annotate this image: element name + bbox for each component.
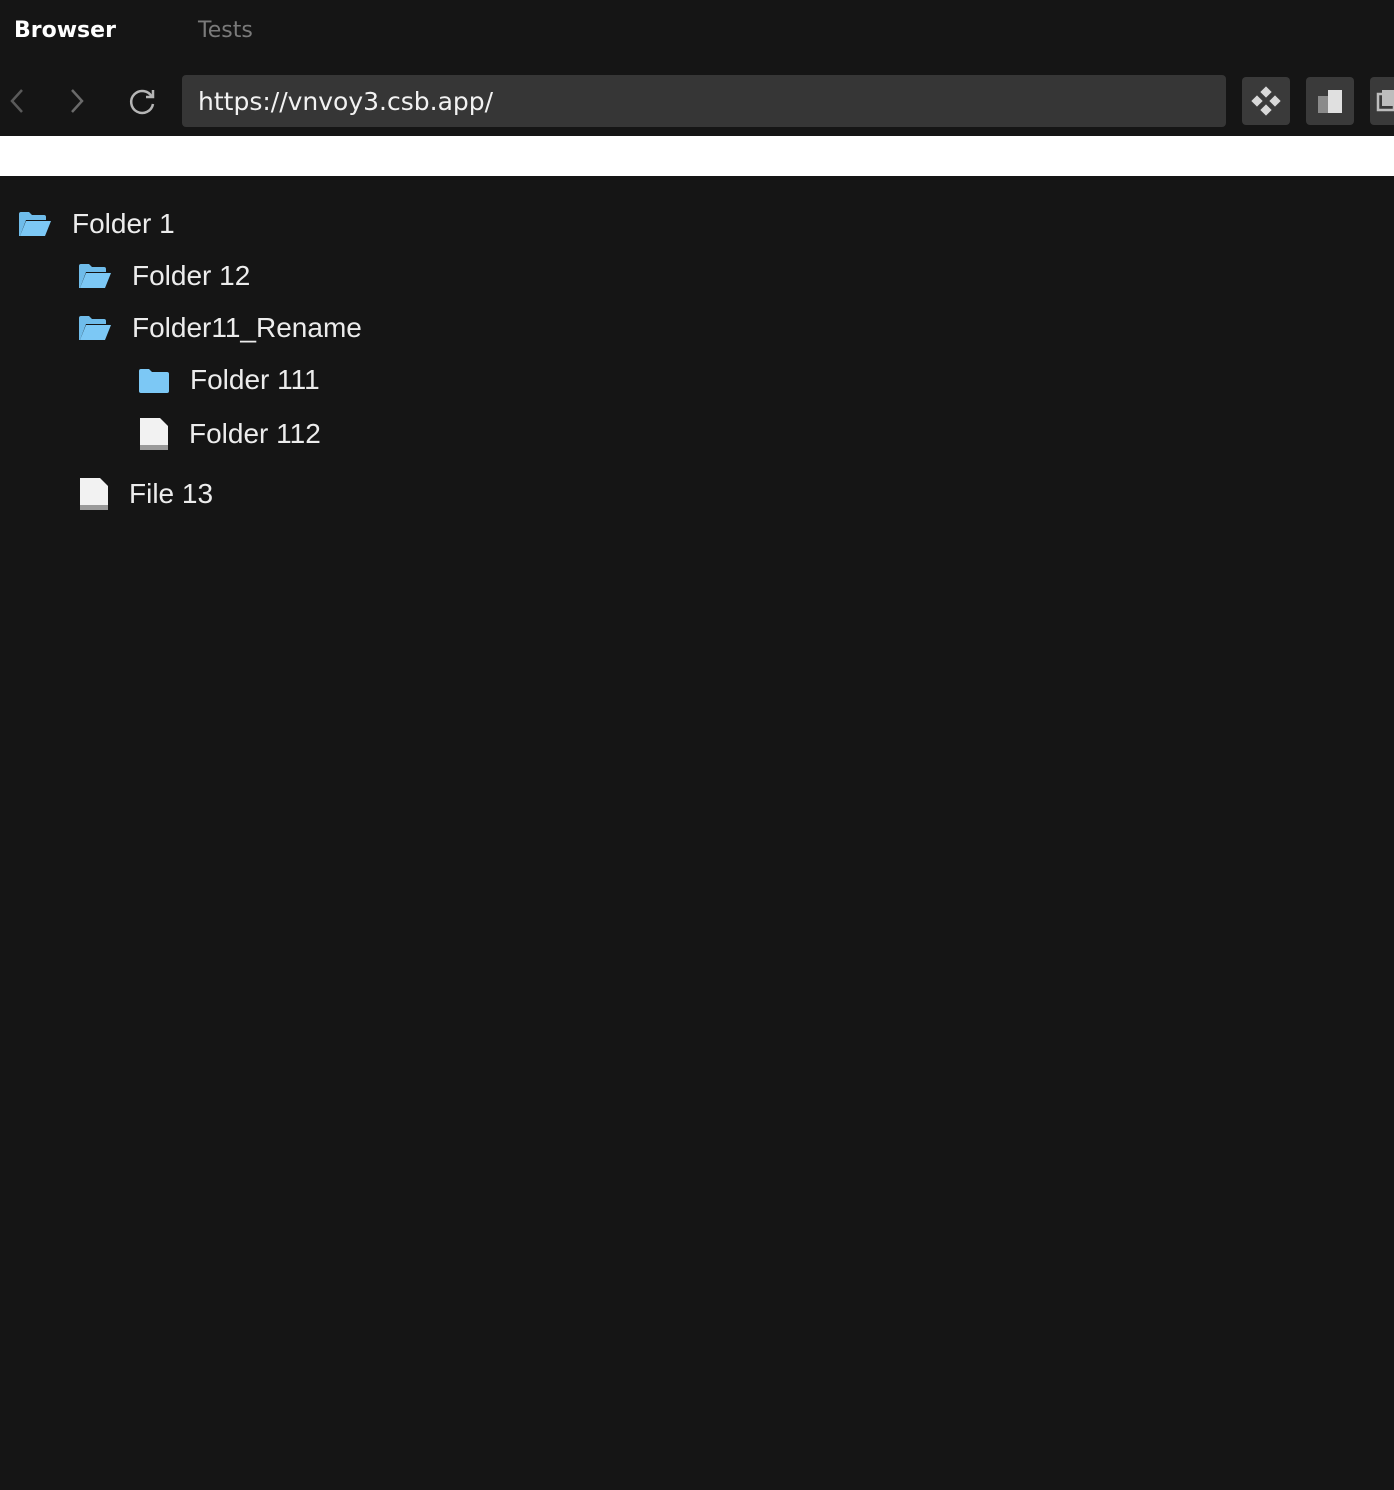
split-view-button[interactable]: [1306, 77, 1354, 125]
forward-button[interactable]: [60, 84, 94, 118]
tab-bar: Browser Tests: [0, 0, 1394, 64]
tree-item-label: Folder 112: [189, 418, 321, 449]
tree-item-folder11-rename[interactable]: Folder11_Rename: [78, 312, 362, 344]
tree-item-label: File 13: [129, 478, 214, 509]
tree-item-label: Folder 111: [190, 364, 320, 395]
folder-open-icon: [78, 314, 112, 342]
url-bar[interactable]: [182, 75, 1226, 127]
copy-button[interactable]: [1370, 77, 1394, 125]
chevron-left-icon: [7, 86, 27, 116]
tab-tests[interactable]: Tests: [198, 18, 253, 43]
file-icon: [139, 416, 169, 452]
responsive-button[interactable]: [1242, 77, 1290, 125]
folder-icon: [138, 366, 170, 394]
copy-icon: [1370, 86, 1394, 116]
browser-toolbar: [0, 64, 1394, 136]
tree-item-label: Folder11_Rename: [132, 312, 362, 343]
split-view-icon: [1315, 86, 1345, 116]
url-input[interactable]: [198, 86, 1226, 116]
tree-item-label: Folder 12: [132, 260, 251, 291]
chevron-right-icon: [67, 86, 87, 116]
back-button[interactable]: [0, 84, 34, 118]
page-header-strip: [0, 136, 1394, 176]
tree-item-label: Folder 1: [72, 208, 175, 239]
diamond-grid-icon: [1250, 85, 1282, 117]
tree-item-folder-112[interactable]: Folder 112: [139, 416, 321, 452]
tree-item-folder-12[interactable]: Folder 12: [78, 260, 250, 292]
tree-item-file-13[interactable]: File 13: [79, 476, 213, 512]
file-tree: Folder 1 Folder 12 Folder11_Rename Folde…: [0, 176, 1394, 1490]
reload-icon: [128, 86, 158, 116]
reload-button[interactable]: [126, 84, 160, 118]
tree-item-folder-1[interactable]: Folder 1: [18, 208, 175, 240]
file-icon: [79, 476, 109, 512]
tab-browser[interactable]: Browser: [14, 18, 116, 43]
folder-open-icon: [18, 210, 52, 238]
folder-open-icon: [78, 262, 112, 290]
tree-item-folder-111[interactable]: Folder 111: [138, 364, 320, 396]
